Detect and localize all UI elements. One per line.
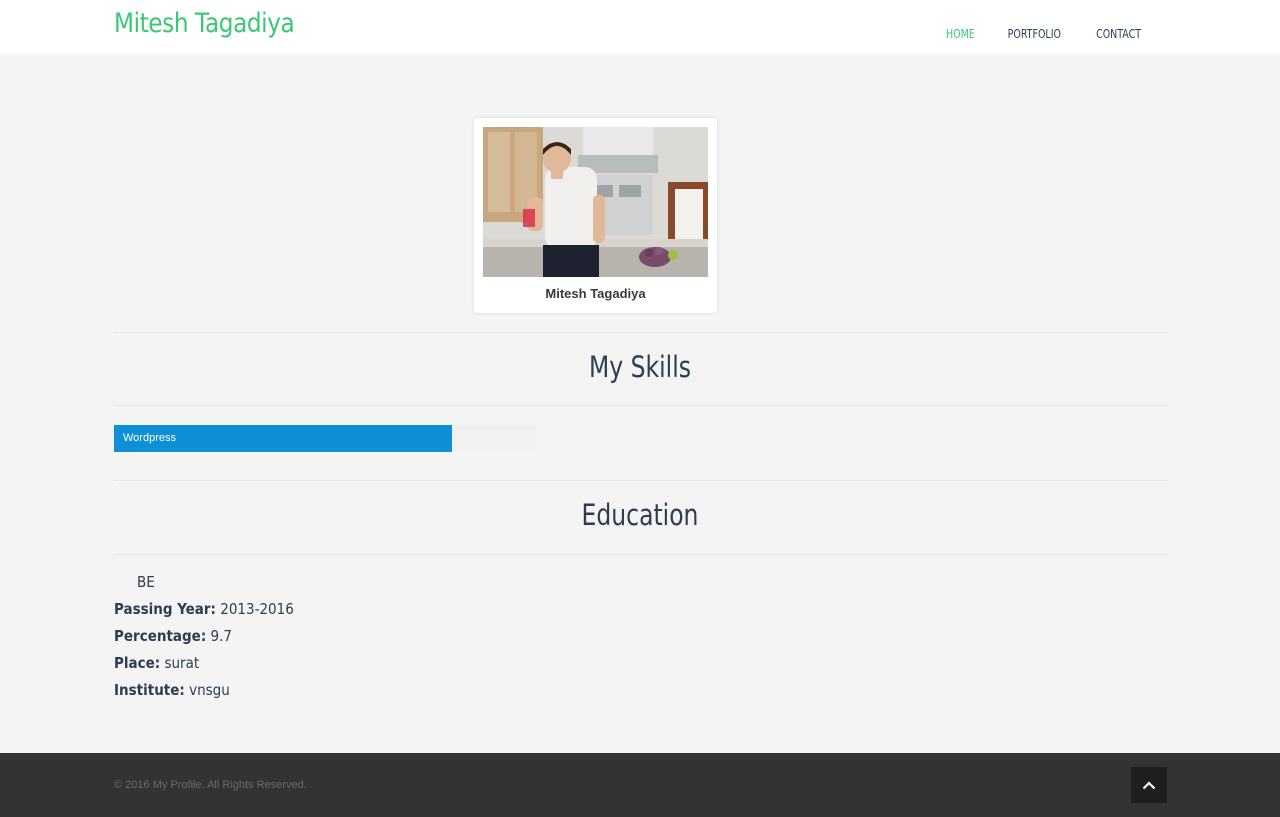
- profile-photo-image: [483, 127, 708, 277]
- profile-photo: [483, 127, 708, 277]
- edu-percentage: Percentage: 9.7: [114, 626, 294, 653]
- edu-value: surat: [164, 654, 200, 672]
- navbar: Mitesh Tagadiya HOME PORTFOLIO CONTACT: [0, 0, 1280, 54]
- edu-value: vnsgu: [189, 681, 230, 699]
- edu-label: Passing Year:: [114, 600, 216, 618]
- scroll-to-top-button[interactable]: [1131, 767, 1167, 803]
- divider: [114, 480, 1168, 481]
- edu-label: Place:: [114, 654, 161, 672]
- nav-portfolio[interactable]: PORTFOLIO: [996, 27, 1074, 41]
- skills-title: My Skills: [589, 350, 691, 384]
- nav-contact[interactable]: CONTACT: [1084, 27, 1154, 41]
- degree: BE: [137, 573, 155, 591]
- edu-value: 9.7: [210, 627, 232, 645]
- education-title: Education: [581, 498, 699, 532]
- main-nav: HOME PORTFOLIO CONTACT: [930, 27, 1158, 41]
- brand-logo[interactable]: Mitesh Tagadiya: [114, 8, 295, 39]
- divider: [114, 405, 1168, 406]
- education-details: BE Passing Year: 2013-2016 Percentage: 9…: [114, 572, 294, 707]
- divider: [114, 332, 1168, 333]
- copyright: © 2016 My Profile. All Rights Reserved.: [114, 779, 307, 791]
- edu-institute: Institute: vnsgu: [114, 680, 294, 707]
- skill-label: Wordpress: [123, 432, 176, 444]
- edu-label: Institute:: [114, 681, 185, 699]
- profile-name: Mitesh Tagadiya: [545, 286, 646, 301]
- edu-passing-year: Passing Year: 2013-2016: [114, 599, 294, 626]
- divider: [114, 554, 1168, 555]
- chevron-up-icon: [1142, 781, 1156, 790]
- edu-place: Place: surat: [114, 653, 294, 680]
- skill-bar-wordpress: Wordpress: [114, 425, 536, 452]
- nav-home[interactable]: HOME: [933, 27, 986, 41]
- edu-value: 2013-2016: [220, 600, 294, 618]
- edu-label: Percentage:: [114, 627, 207, 645]
- profile-card: Mitesh Tagadiya: [474, 118, 717, 313]
- footer: © 2016 My Profile. All Rights Reserved.: [0, 753, 1280, 817]
